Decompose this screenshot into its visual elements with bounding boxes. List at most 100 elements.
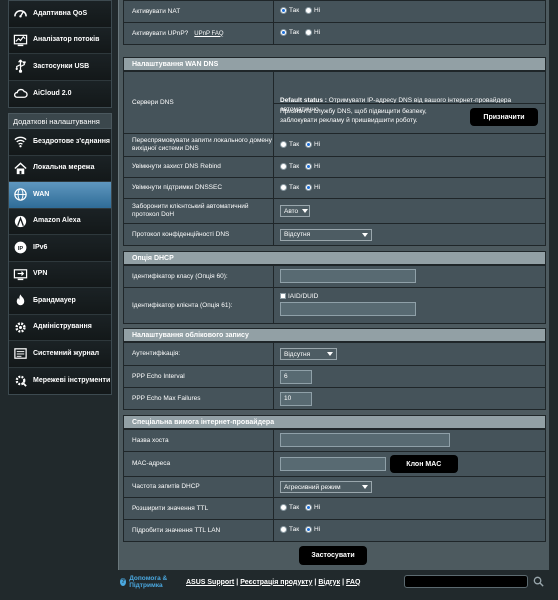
rebind-yes-radio[interactable]: Так	[280, 162, 299, 170]
dnssec-no-radio[interactable]: Ні	[304, 183, 320, 191]
dns-hint: Призначте службу DNS, щоб підвищити безп…	[280, 108, 427, 124]
rebind-label: Увімкнути захист DNS Rebind	[123, 156, 274, 178]
sidebar-item-traffic-analyzer[interactable]: Аналізатор потоків	[9, 27, 111, 54]
dhcp-freq-select[interactable]: Агресивний режим	[280, 481, 372, 493]
sidebar-item-adaptive-qos[interactable]: Адаптивна QoS	[9, 1, 111, 28]
echo-failures-input[interactable]: 10	[280, 391, 312, 406]
footer-links: ASUS Support | Реєстрація продукту | Від…	[186, 578, 361, 586]
sidebar-item-vpn[interactable]: VPN	[9, 261, 111, 288]
spoof-ttl-yes-radio[interactable]: Так	[280, 526, 299, 533]
footer-link-faq[interactable]: FAQ	[346, 579, 360, 586]
sidebar-item-label: Брандмауер	[33, 296, 76, 304]
extend-ttl-yes-radio[interactable]: Так	[280, 504, 299, 511]
sidebar-item-lan[interactable]: Локальна мережа	[9, 155, 111, 182]
admin-gear-icon	[13, 320, 28, 335]
sidebar-item-usb-apps[interactable]: Застосунки USB	[9, 54, 111, 81]
dnssec-yes-radio[interactable]: Так	[280, 183, 299, 191]
privacy-protocol-select[interactable]: Відсутня	[280, 228, 372, 241]
sidebar-item-firewall[interactable]: Брандмауер	[9, 288, 111, 315]
dns-server-label: Сервери DNS	[123, 71, 274, 134]
sidebar-item-label: AiCloud 2.0	[33, 89, 72, 97]
sidebar-item-administration[interactable]: Адміністрування	[9, 314, 111, 341]
home-lan-icon	[13, 161, 28, 176]
hostname-label: Назва хоста	[123, 429, 274, 452]
dnssec-label: Увімкнути підтримки DNSSEC	[123, 177, 274, 199]
client-id-input[interactable]	[280, 302, 416, 316]
cloud-icon	[13, 86, 28, 101]
sidebar-general-group: Адаптивна QoS Аналізатор потоків Застосу…	[8, 0, 112, 108]
mac-label: MAC-адреса	[123, 451, 274, 477]
sidebar-item-label: Бездротове з'єднання	[33, 137, 110, 145]
alexa-icon	[13, 214, 28, 229]
globe-wan-icon	[13, 187, 28, 202]
extend-ttl-label: Розширити значення TTL	[123, 497, 274, 520]
sidebar-item-wireless[interactable]: Бездротове з'єднання	[9, 129, 111, 156]
echo-failures-label: PPP Echo Max Failures	[123, 387, 274, 410]
account-section: Налаштування облікового запису Аутентифі…	[123, 328, 546, 410]
hostname-input[interactable]	[280, 432, 450, 447]
system-log-icon	[13, 346, 28, 361]
sidebar-item-label: WAN	[33, 190, 50, 198]
sidebar-item-label: Застосунки USB	[33, 62, 90, 70]
doh-select[interactable]: Авто	[280, 205, 310, 217]
sidebar-advanced-group: Бездротове з'єднання Локальна мережа WAN…	[8, 129, 112, 395]
sidebar-item-aicloud[interactable]: AiCloud 2.0	[9, 80, 111, 107]
network-tools-icon	[13, 373, 28, 388]
extend-ttl-no-radio[interactable]: Ні	[304, 504, 320, 511]
nat-no-radio[interactable]: Ні	[304, 7, 320, 14]
traffic-analyzer-icon	[13, 33, 28, 48]
sidebar-item-system-log[interactable]: Системний журнал	[9, 341, 111, 368]
mac-input[interactable]	[280, 457, 386, 471]
spoof-ttl-no-radio[interactable]: Ні	[304, 526, 320, 533]
upnp-faq-link[interactable]: UPnP FAQ	[194, 31, 223, 37]
iaid-checkbox[interactable]	[280, 293, 286, 300]
dns-section: Налаштування WAN DNS Сервери DNS Default…	[123, 57, 546, 246]
sidebar-item-wan[interactable]: WAN	[9, 182, 111, 209]
help-question-icon: ?	[120, 578, 127, 586]
class-id-input[interactable]	[280, 268, 416, 283]
help-support-link[interactable]: ? Допомога & Підтримка	[120, 575, 186, 589]
upnp-no-radio[interactable]: Ні	[304, 29, 320, 36]
class-id-label: Ідентифікатор класу (Опція 60):	[123, 265, 274, 288]
forward-local-no-radio[interactable]: Ні	[304, 140, 320, 148]
sidebar-item-ipv6[interactable]: IP IPv6	[9, 235, 111, 262]
forward-local-yes-radio[interactable]: Так	[280, 140, 299, 148]
ipv6-icon: IP	[13, 240, 28, 255]
assign-dns-button[interactable]: Призначити	[470, 108, 538, 126]
footer-search-input[interactable]	[404, 575, 528, 588]
dhcp-section: Опція DHCP Ідентифікатор класу (Опція 60…	[123, 251, 546, 324]
account-section-title: Налаштування облікового запису	[123, 328, 546, 342]
sidebar-item-label: Мережеві інструменти	[33, 376, 111, 384]
rebind-no-radio[interactable]: Ні	[304, 162, 320, 170]
nat-label: Активувати NAT	[123, 0, 274, 23]
sidebar-item-label: Amazon Alexa	[33, 217, 81, 225]
footer-link-product-registration[interactable]: Реєстрація продукту	[240, 579, 312, 586]
apply-button[interactable]: Застосувати	[299, 546, 367, 565]
sidebar-advanced-header: Додаткові налаштування	[8, 113, 112, 129]
footer-link-feedback[interactable]: Відгук	[318, 579, 340, 586]
echo-interval-label: PPP Echo Interval	[123, 365, 274, 388]
footer-link-asus-support[interactable]: ASUS Support	[186, 579, 234, 586]
isp-section: Спеціальна вимога інтернет-провайдера На…	[123, 415, 546, 542]
dhcp-freq-label: Частота запитів DHCP	[123, 476, 274, 498]
wan-basic-panel: Активувати NAT Так Ні Активувати UPnP? UP…	[123, 0, 546, 45]
sidebar: Адаптивна QoS Аналізатор потоків Застосу…	[8, 0, 112, 395]
sidebar-item-network-tools[interactable]: Мережеві інструменти	[9, 367, 111, 394]
nat-yes-radio[interactable]: Так	[280, 7, 299, 14]
echo-interval-input[interactable]: 6	[280, 369, 312, 384]
sidebar-item-label: Адміністрування	[33, 323, 92, 331]
dns-section-title: Налаштування WAN DNS	[123, 57, 546, 71]
upnp-yes-radio[interactable]: Так	[280, 29, 299, 36]
svg-text:IP: IP	[18, 246, 24, 252]
sidebar-item-label: Аналізатор потоків	[33, 36, 100, 44]
auth-select[interactable]: Відсутня	[280, 348, 337, 360]
forward-local-label: Переспрямовувати запити локального домен…	[123, 133, 274, 157]
sidebar-item-alexa[interactable]: Amazon Alexa	[9, 208, 111, 235]
iaid-checkbox-row[interactable]: IAID/DUID	[280, 293, 545, 300]
auth-label: Аутентифікація:	[123, 342, 274, 366]
sidebar-item-label: Системний журнал	[33, 349, 100, 357]
sidebar-item-label: IPv6	[33, 243, 48, 251]
clone-mac-button[interactable]: Клон MAC	[389, 455, 458, 473]
search-icon[interactable]	[532, 575, 545, 588]
client-id-label: Ідентифікатор клієнта (Опція 61):	[123, 287, 274, 324]
